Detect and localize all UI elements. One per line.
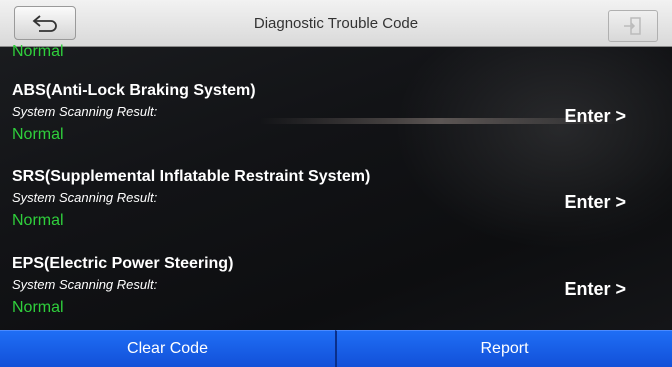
clear-code-button[interactable]: Clear Code <box>0 330 335 367</box>
footer-bar: Clear Code Report <box>0 330 672 367</box>
report-button[interactable]: Report <box>335 330 672 367</box>
module-eps: EPS(Electric Power Steering) System Scan… <box>0 255 672 339</box>
module-subtitle: System Scanning Result: <box>12 277 158 292</box>
partial-status-normal: Normal <box>12 43 64 60</box>
module-title: SRS(Supplemental Inflatable Restraint Sy… <box>12 168 371 185</box>
enter-button-abs[interactable]: Enter > <box>564 106 626 127</box>
diagnostic-screen: Diagnostic Trouble Code Normal ABS(Anti-… <box>0 0 672 367</box>
exit-button[interactable] <box>608 10 658 42</box>
enter-button-srs[interactable]: Enter > <box>564 192 626 213</box>
module-status: Normal <box>12 126 64 143</box>
exit-door-icon <box>624 17 641 35</box>
header-bar: Diagnostic Trouble Code <box>0 0 672 47</box>
module-subtitle: System Scanning Result: <box>12 104 158 119</box>
page-title: Diagnostic Trouble Code <box>253 14 419 32</box>
module-srs: SRS(Supplemental Inflatable Restraint Sy… <box>0 168 672 252</box>
module-abs: ABS(Anti-Lock Braking System) System Sca… <box>0 82 672 166</box>
module-status: Normal <box>12 299 64 316</box>
enter-button-eps[interactable]: Enter > <box>564 279 626 300</box>
module-title: EPS(Electric Power Steering) <box>12 255 234 272</box>
module-list: Normal ABS(Anti-Lock Braking System) Sys… <box>0 43 672 330</box>
module-subtitle: System Scanning Result: <box>12 190 158 205</box>
module-title: ABS(Anti-Lock Braking System) <box>12 82 256 99</box>
module-status: Normal <box>12 212 64 229</box>
